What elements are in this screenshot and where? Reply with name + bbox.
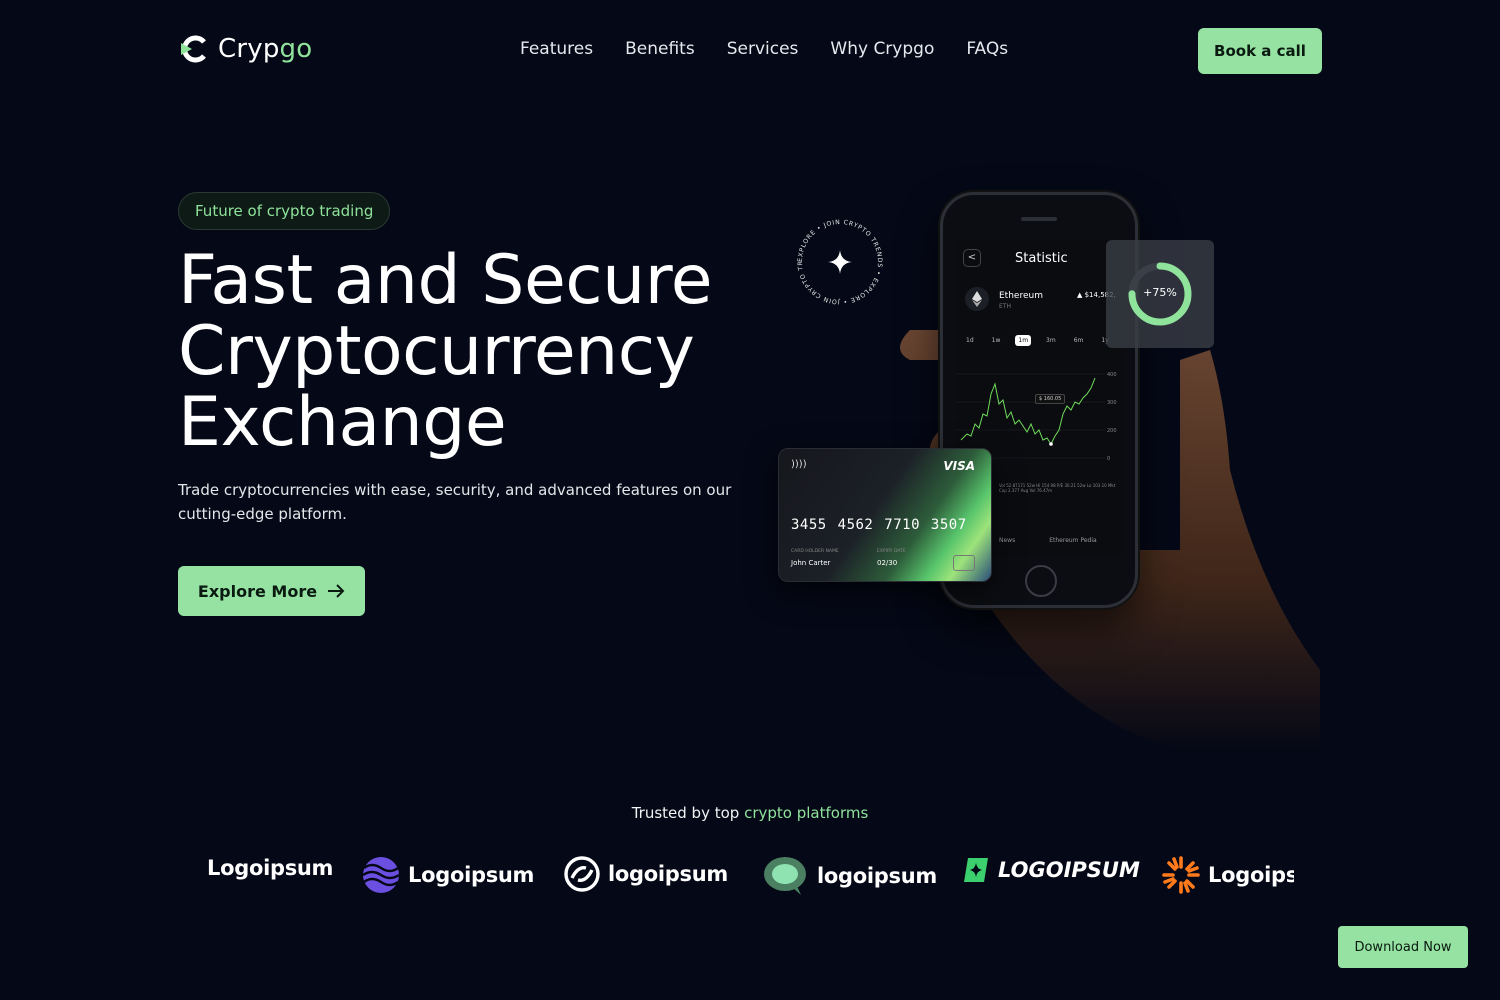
visa-card: )))) VISA 3455 4562 7710 3507 CARD HOLDE…	[778, 448, 992, 582]
sparkle-icon	[828, 250, 852, 274]
hero-title-line-2: Cryptocurrency	[178, 312, 695, 391]
slash-circle-icon	[564, 856, 600, 892]
phone-home-button	[1025, 565, 1057, 597]
download-now-button[interactable]: Download Now	[1338, 926, 1468, 968]
nav-link-why-crypgo[interactable]: Why Crypgo	[830, 39, 934, 59]
card-expiry-value: 02/30	[877, 559, 898, 567]
tab-1d[interactable]: 1d	[963, 335, 977, 346]
partner-logo-4: logoipsum	[763, 856, 937, 896]
coin-name: Ethereum	[999, 291, 1043, 301]
coin-stats: Vol 52.87171 52w Hi 154.98 P/E 30.21 52w…	[999, 483, 1116, 493]
wave-circle-icon	[362, 857, 400, 893]
card-expiry-label: EXPIRY DATE	[877, 549, 906, 554]
growth-gauge-card: +75%	[1106, 240, 1214, 348]
partner-logo-3: logoipsum	[564, 856, 728, 892]
screen-footer: News Ethereum Pedia	[999, 537, 1097, 544]
ethereum-icon	[965, 287, 989, 311]
hero-title-line-1: Fast and Secure	[178, 241, 713, 320]
tab-1w[interactable]: 1w	[989, 335, 1004, 346]
gauge-label: +75%	[1143, 286, 1177, 299]
tab-3m[interactable]: 3m	[1043, 335, 1059, 346]
explore-more-label: Explore More	[197, 581, 318, 601]
partner-logo-5: LOGOIPSUM	[962, 856, 1140, 884]
y-tick-0: 0	[1107, 456, 1110, 462]
y-tick-300: 300	[1107, 400, 1117, 406]
sunburst-icon	[1162, 856, 1200, 894]
brand-logo[interactable]: Crypgo	[178, 33, 312, 65]
coin-symbol: ETH	[999, 303, 1011, 310]
card-holder-label: CARD HOLDER NAME	[791, 549, 839, 554]
card-chip-icon	[953, 555, 975, 571]
footer-news[interactable]: News	[999, 537, 1015, 544]
star-box-icon	[964, 858, 988, 882]
nav-link-benefits[interactable]: Benefits	[625, 39, 695, 59]
back-icon[interactable]: <	[963, 249, 981, 267]
tab-6m[interactable]: 6m	[1071, 335, 1087, 346]
y-tick-400: 400	[1107, 372, 1117, 378]
nav-links: Features Benefits Services Why Crypgo FA…	[520, 39, 1008, 59]
tab-1m[interactable]: 1m	[1015, 335, 1032, 346]
screen-title: Statistic	[1015, 251, 1068, 266]
timeframe-tabs: 1d 1w 1m 3m 6m 1y	[963, 335, 1112, 346]
hero-title-line-3: Exchange	[178, 383, 507, 462]
nav-link-faqs[interactable]: FAQs	[966, 39, 1008, 59]
footer-ethereum-pedia[interactable]: Ethereum Pedia	[1049, 537, 1096, 544]
hero-illustration: < Statistic Ethereum ETH ▲ $14,582, 1d 1…	[770, 180, 1330, 750]
crypgo-logo-icon	[181, 35, 206, 63]
card-holder-name: John Carter	[791, 559, 831, 567]
trusted-by-heading: Trusted by top crypto platforms	[631, 804, 869, 822]
visa-logo: VISA	[943, 459, 975, 473]
chart-price-tag: $ 160.05	[1035, 394, 1066, 404]
top-navbar: Crypgo Features Benefits Services Why Cr…	[0, 0, 1500, 100]
nav-link-services[interactable]: Services	[727, 39, 799, 59]
contactless-icon: ))))	[791, 459, 807, 470]
phone-speaker	[1021, 217, 1057, 221]
arrow-right-icon	[328, 584, 345, 598]
partner-logos: Logoipsum Logoipsum logoipsum logoipsum …	[207, 852, 1294, 902]
hero-subtitle: Trade cryptocurrencies with ease, securi…	[178, 481, 732, 523]
speech-bubble-icon	[764, 857, 806, 895]
explore-join-badge: EXPLORE • JOIN CRYPTO TRENDS • EXPLORE •…	[790, 212, 882, 305]
brand-name: Crypgo	[218, 34, 313, 64]
hero-title: Fast and Secure Cryptocurrency Exchange	[178, 245, 778, 458]
partner-logo-2: Logoipsum	[362, 856, 534, 894]
partner-logo-1: Logoipsum	[207, 856, 334, 880]
book-a-call-button[interactable]: Book a call	[1198, 28, 1322, 74]
hero-tagline-pill: Future of crypto trading	[178, 192, 391, 230]
explore-more-button[interactable]: Explore More	[178, 566, 365, 616]
nav-link-features[interactable]: Features	[520, 39, 593, 59]
card-number: 3455 4562 7710 3507	[791, 517, 967, 533]
partner-logo-6: Logoipsum	[1162, 856, 1294, 894]
y-tick-200: 200	[1107, 428, 1117, 434]
